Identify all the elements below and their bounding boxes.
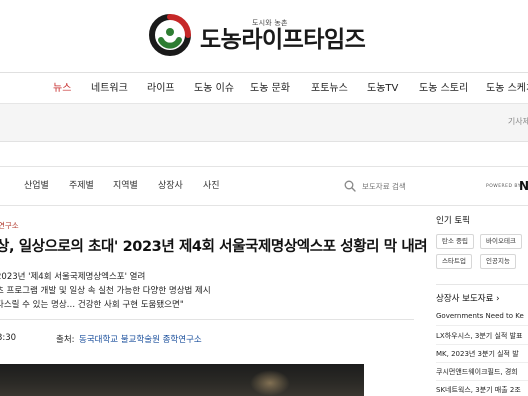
banner-strip: 기사제 <box>0 104 528 142</box>
nav-item-tv[interactable]: 도농TV <box>367 73 398 105</box>
topic-chip[interactable]: 인공지능 <box>480 254 516 269</box>
article-time: 3:30 <box>0 333 17 343</box>
subnav-item-industry[interactable]: 산업별 <box>24 167 49 205</box>
nav-item-story[interactable]: 도농 스토리 <box>419 73 468 105</box>
release-divider <box>436 344 528 345</box>
breadcrumb[interactable]: 연구소 <box>0 220 19 231</box>
logo-name: 도농라이프타임즈 <box>200 27 366 53</box>
topic-chip[interactable]: 바이오테크 <box>480 234 522 249</box>
subtitle-line: 츠 프로그램 개발 및 일상 속 실천 가능한 다양한 명상법 제시 <box>0 286 211 296</box>
subnav-item-listed[interactable]: 상장사 <box>158 167 183 205</box>
popular-topics-title: 인기 토픽 <box>436 216 470 226</box>
source-label: 출처: <box>56 335 75 345</box>
nav-item-life[interactable]: 라이프 <box>147 73 175 105</box>
sidebar: 인기 토픽 탄소 중립 바이오테크 스타트업 인공지능 상장사 보도자료 › G… <box>426 206 528 396</box>
search-icon[interactable] <box>344 180 356 192</box>
main-nav: 뉴스 네트워크 라이프 도농 이슈 도농 문화 포토뉴스 도농TV 도농 스토리… <box>0 72 528 104</box>
release-item[interactable]: Governments Need to Ke <box>436 312 524 320</box>
press-releases-label: 상장사 보도자료 <box>436 294 494 304</box>
article-divider <box>0 319 414 320</box>
article-meta: 3:30 출처: 동국대학교 불교학술원 종학연구소 <box>0 333 202 345</box>
nav-item-photo-news[interactable]: 포토뉴스 <box>311 73 348 105</box>
article-image <box>0 364 364 396</box>
subnav-item-region[interactable]: 지역별 <box>113 167 138 205</box>
topic-chip[interactable]: 스타트업 <box>436 254 472 269</box>
release-divider <box>436 362 528 363</box>
powered-by-label: POWERED BY <box>486 184 522 189</box>
release-item[interactable]: 쿠시먼앤드웨이크필드, 경희 <box>436 367 518 377</box>
search-input[interactable] <box>362 181 452 191</box>
strip-link[interactable]: 기사제 <box>508 116 528 127</box>
release-item[interactable]: LX하우시스, 3분기 실적 발표 <box>436 331 522 341</box>
source-link[interactable]: 동국대학교 불교학술원 종학연구소 <box>79 333 202 345</box>
article-subtitles: 2023년 '제4회 서울국제명상엑스포' 열려 츠 프로그램 개발 및 일상 … <box>0 270 211 312</box>
release-divider <box>436 325 528 326</box>
release-item[interactable]: SK네트웍스, 3분기 매출 2조 <box>436 385 521 395</box>
powered-by-brand[interactable]: N <box>519 179 528 193</box>
release-item[interactable]: MK, 2023년 3분기 실적 발 <box>436 349 519 359</box>
subnav-item-topic[interactable]: 주제별 <box>69 167 94 205</box>
chevron-right-icon: › <box>496 294 500 304</box>
sidebar-divider <box>436 284 528 285</box>
nav-item-network[interactable]: 네트워크 <box>91 73 128 105</box>
logo-mark-icon <box>149 14 191 56</box>
nav-item-news[interactable]: 뉴스 <box>53 73 71 105</box>
nav-item-culture[interactable]: 도농 문화 <box>250 73 290 105</box>
press-releases-title[interactable]: 상장사 보도자료 › <box>436 292 500 304</box>
subnav-item-photo[interactable]: 사진 <box>203 167 220 205</box>
site-header: 도시와 농촌 도농라이프타임즈 <box>0 0 528 72</box>
subtitle-line: 2023년 '제4회 서울국제명상엑스포' 열려 <box>0 272 146 282</box>
subtitle-line: 다스릴 수 있는 명상… 건강한 사회 구현 도움됐으면" <box>0 300 184 310</box>
search-box[interactable] <box>344 179 452 193</box>
category-nav: 산업별 주제별 지역별 상장사 사진 POWERED BY N <box>0 166 528 206</box>
topic-chip[interactable]: 탄소 중립 <box>436 234 474 249</box>
site-logo[interactable]: 도시와 농촌 도농라이프타임즈 <box>148 12 366 58</box>
article-headline: 상, 일상으로의 초대' 2023년 제4회 서울국제명상엑스포 성황리 막 내… <box>0 239 428 255</box>
nav-item-issue[interactable]: 도농 이슈 <box>194 73 234 105</box>
nav-item-sketch[interactable]: 도농 스케치 <box>486 73 528 105</box>
release-divider <box>436 380 528 381</box>
image-highlight <box>250 370 290 396</box>
